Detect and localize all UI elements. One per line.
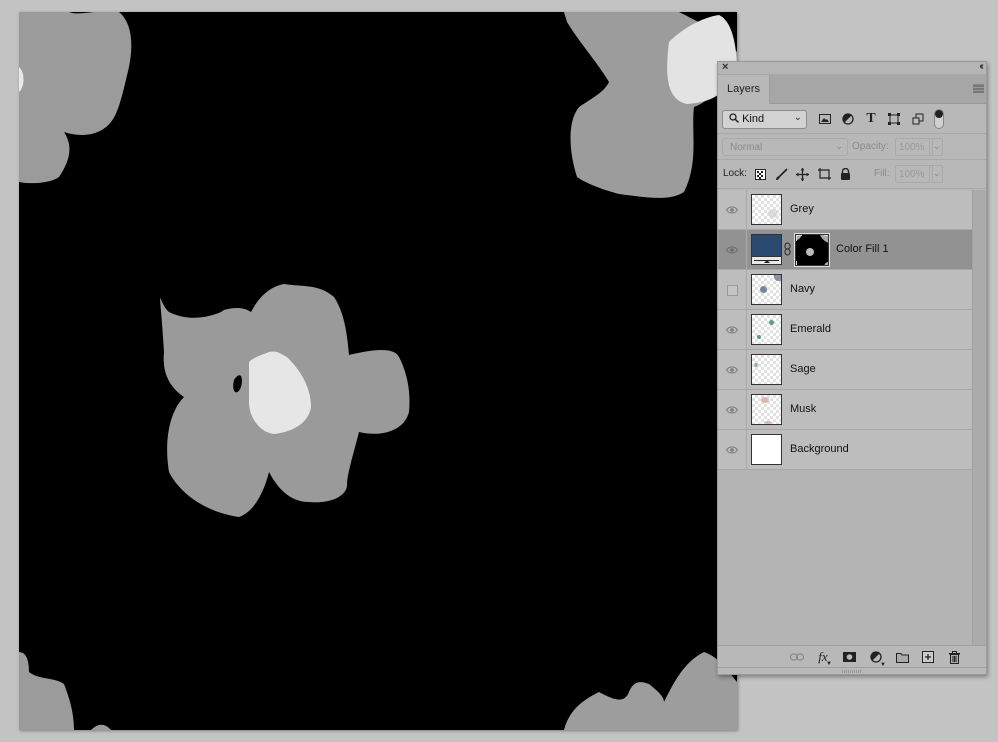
fill-field[interactable]: 100% [895,165,933,183]
layer-thumbnail [751,354,782,385]
visibility-toggle[interactable] [718,270,747,310]
blend-row: Normal ⌄ Opacity: 100% ⌄ [718,134,986,160]
search-icon [729,113,740,124]
chevron-down-icon: ⌄ [933,141,941,151]
filter-kind-label: Kind [742,113,765,125]
layer-row-musk[interactable]: Musk [718,390,972,430]
lock-transparent-pixels-icon[interactable] [753,167,767,181]
eye-icon [726,326,738,334]
layer-thumbnail [751,434,782,465]
filter-toggle[interactable] [934,109,944,129]
resize-grip-icon [842,670,862,673]
layer-row-sage[interactable]: Sage [718,350,972,390]
add-mask-icon[interactable] [842,650,856,664]
smart-object-filter-icon[interactable] [910,111,926,127]
layer-thumbnail [751,274,782,305]
lock-artboard-icon[interactable] [817,167,831,181]
layer-name: Grey [790,203,814,215]
layers-panel: × ‹‹ Layers Kind ⌄ T Normal ⌄ Opacity: 1… [717,61,987,675]
layer-name: Musk [790,403,817,415]
filter-row: Kind ⌄ T [718,105,986,134]
close-panel-icon[interactable]: × [722,61,728,73]
flower-artwork [19,12,737,730]
new-fill-adjustment-icon[interactable]: ▼ [869,650,886,668]
layer-mask-thumbnail[interactable] [794,233,830,267]
opacity-dropdown[interactable]: ⌄ [929,138,943,156]
layer-thumbnail [751,394,782,425]
layer-thumbnail [751,314,782,345]
panel-menu-icon[interactable] [973,84,984,93]
fill-dropdown[interactable]: ⌄ [929,165,943,183]
flower-bottom-right [564,652,737,730]
adjustment-layer-filter-icon[interactable] [840,111,856,127]
flower-top-right [564,12,737,198]
document-canvas[interactable] [19,12,737,730]
flower-center [160,284,410,517]
layer-list-scrollbar[interactable] [972,190,986,645]
lock-label: Lock: [723,168,747,179]
chevron-down-icon: ⌄ [835,141,843,151]
new-layer-icon[interactable] [921,650,935,664]
mask-link-icon[interactable] [784,242,791,256]
eye-icon [726,406,738,414]
visibility-toggle[interactable] [718,350,747,390]
lock-row: Lock: Fill: 100% ⌄ [718,160,986,189]
eye-icon [726,206,738,214]
blend-mode-select[interactable]: Normal ⌄ [722,138,848,156]
lock-all-icon[interactable] [838,167,852,181]
visibility-toggle[interactable] [718,310,747,350]
shape-layer-filter-icon[interactable] [886,111,902,127]
chevron-down-icon: ⌄ [793,112,802,123]
pixel-layer-filter-icon[interactable] [817,111,833,127]
collapse-panel-icon[interactable]: ‹‹ [979,61,983,72]
panel-titlebar[interactable]: × ‹‹ [718,61,986,75]
delete-layer-icon[interactable] [947,650,961,664]
filter-kind-select[interactable]: Kind ⌄ [722,110,807,129]
layer-row-navy[interactable]: Navy [718,270,972,310]
flower-bottom-left [19,652,111,730]
chevron-down-icon: ⌄ [933,168,941,178]
type-layer-filter-icon[interactable]: T [863,111,879,127]
layer-row-grey[interactable]: Grey [718,190,972,230]
layer-row-color-fill-1[interactable]: Color Fill 1 [718,230,972,270]
layer-name: Navy [790,283,816,295]
layer-row-emerald[interactable]: Emerald [718,310,972,350]
opacity-field[interactable]: 100% [895,138,933,156]
eye-icon [726,246,738,254]
blend-mode-value: Normal [730,142,763,153]
flower-top-left [19,12,132,184]
panel-tab-row: Layers [718,75,986,104]
layer-row-background[interactable]: Background [718,430,972,470]
layer-thumbnail [751,194,782,225]
hidden-visibility-box [726,284,738,296]
layer-name: Color Fill 1 [836,243,889,255]
eye-icon [726,446,738,454]
fill-color-thumbnail[interactable] [751,234,782,265]
layer-name: Emerald [790,323,831,335]
visibility-toggle[interactable] [718,430,747,470]
layer-name: Background [790,443,849,455]
visibility-toggle[interactable] [718,390,747,430]
visibility-toggle[interactable] [718,190,747,230]
eye-icon [726,366,738,374]
lock-image-pixels-icon[interactable] [775,167,789,181]
visibility-toggle[interactable] [718,230,747,270]
tab-layers[interactable]: Layers [718,75,770,104]
layer-name: Sage [790,363,816,375]
layer-list: Grey Color Fill 1 Navy Emerald Sage Musk… [718,190,972,645]
lock-position-icon[interactable] [795,167,809,181]
link-layers-icon[interactable] [790,650,804,664]
panel-footer: fx ▼ ▼ [718,645,986,668]
new-group-icon[interactable] [895,650,909,664]
opacity-label: Opacity: [852,141,889,152]
workspace: × ‹‹ Layers Kind ⌄ T Normal ⌄ Opacity: 1… [0,0,998,742]
add-layer-style-icon[interactable]: fx ▼ [816,649,832,667]
fill-label: Fill: [874,168,890,179]
panel-resize-handle[interactable] [718,667,986,675]
